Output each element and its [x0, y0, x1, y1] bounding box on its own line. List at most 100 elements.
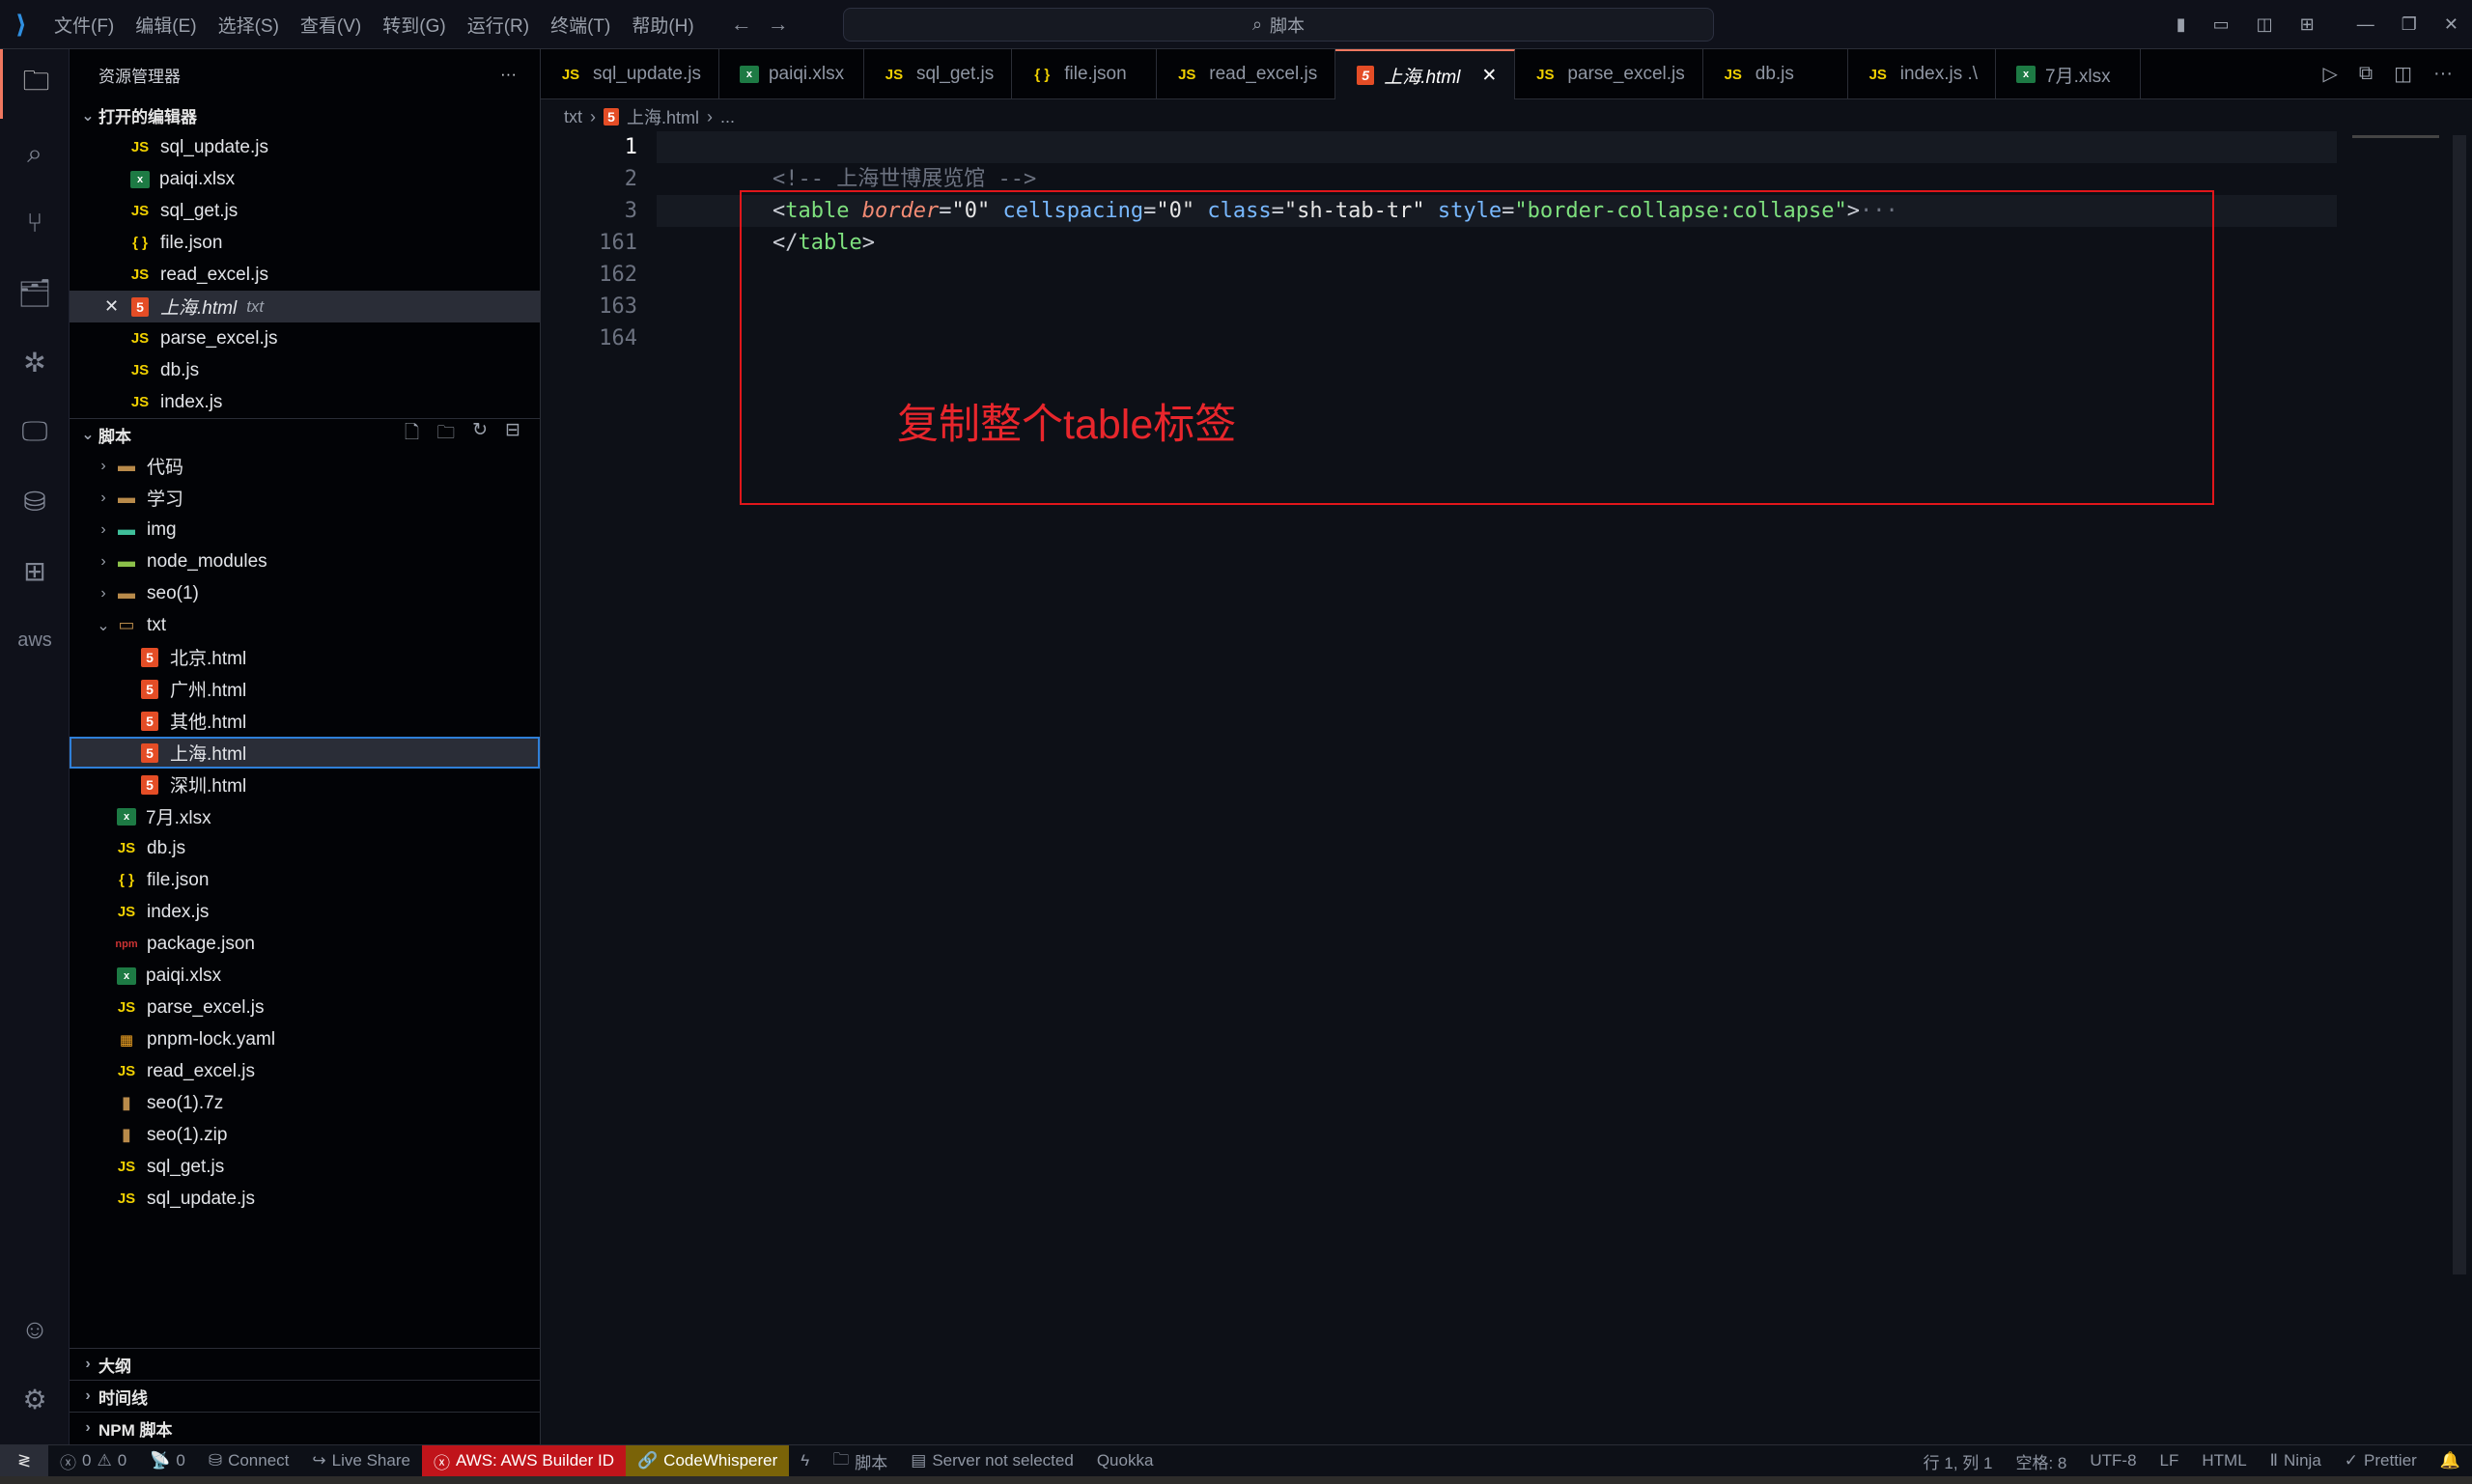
tree-folder[interactable]: › ▬ img: [70, 514, 540, 546]
vertical-scrollbar[interactable]: [2453, 135, 2466, 1274]
editor-tab[interactable]: JS index.js .\: [1848, 49, 1997, 99]
open-editor-item[interactable]: { } file.json: [70, 227, 540, 259]
end-of-line[interactable]: LF: [2149, 1445, 2191, 1477]
connect-button[interactable]: ⛁ Connect: [197, 1445, 301, 1477]
live-share-button[interactable]: ↪ Live Share: [300, 1445, 422, 1477]
remote-explorer-icon[interactable]: 🖵: [0, 397, 70, 466]
collapse-all-icon[interactable]: ⊟: [505, 419, 520, 450]
open-editor-item[interactable]: JS sql_get.js: [70, 195, 540, 227]
folders-icon[interactable]: 🗂: [0, 258, 70, 327]
tree-file[interactable]: x 7月.xlsx: [70, 800, 540, 832]
tree-file[interactable]: x paiqi.xlsx: [70, 960, 540, 992]
tree-file[interactable]: ▮ seo(1).7z: [70, 1087, 540, 1119]
language-mode[interactable]: HTML: [2190, 1445, 2258, 1477]
open-preview-icon[interactable]: ⧉: [2359, 63, 2373, 85]
open-editor-item[interactable]: JS read_excel.js: [70, 259, 540, 291]
tree-folder[interactable]: ⌄ ▭ txt: [70, 609, 540, 641]
quokka-button[interactable]: Quokka: [1085, 1445, 1166, 1477]
tree-file[interactable]: 5 北京.html: [70, 641, 540, 673]
close-icon[interactable]: ✕: [1481, 65, 1497, 87]
tree-file[interactable]: { } file.json: [70, 864, 540, 896]
tree-file[interactable]: JS index.js: [70, 896, 540, 928]
editor-tab[interactable]: JS parse_excel.js: [1515, 49, 1703, 99]
tree-file[interactable]: 5 广州.html: [70, 673, 540, 705]
tree-file[interactable]: JS read_excel.js: [70, 1055, 540, 1087]
menu-item[interactable]: 编辑(E): [135, 12, 196, 38]
tree-file[interactable]: npm package.json: [70, 928, 540, 960]
menu-item[interactable]: 文件(F): [54, 12, 114, 38]
tree-folder[interactable]: › ▬ 学习: [70, 482, 540, 514]
minimize-button[interactable]: —: [2357, 14, 2374, 35]
source-control-icon[interactable]: ⑂: [0, 188, 70, 258]
cursor-position[interactable]: 行 1, 列 1: [1912, 1445, 2005, 1477]
panel-header[interactable]: › 大纲: [70, 1348, 541, 1380]
tree-file[interactable]: 5 深圳.html: [70, 769, 540, 800]
ports-indicator[interactable]: 📡 0: [138, 1445, 197, 1477]
open-editor-item[interactable]: JS index.js: [70, 386, 540, 418]
folder-indicator[interactable]: 🗀 脚本: [821, 1445, 899, 1477]
open-editor-item[interactable]: JS sql_update.js: [70, 131, 540, 163]
open-editor-item[interactable]: JS parse_excel.js: [70, 322, 540, 354]
codewhisperer-button[interactable]: 🔗 CodeWhisperer: [626, 1444, 790, 1477]
refresh-icon[interactable]: ↻: [472, 419, 488, 450]
explorer-icon[interactable]: 🗀: [0, 49, 70, 119]
aws-icon[interactable]: aws: [0, 605, 70, 675]
remote-indicator[interactable]: ≷: [0, 1444, 48, 1477]
new-file-icon[interactable]: 🗋: [405, 419, 419, 450]
tree-file[interactable]: JS sql_get.js: [70, 1151, 540, 1183]
close-window-button[interactable]: ✕: [2444, 14, 2458, 35]
editor-tab[interactable]: x 7月.xlsx: [1996, 49, 2142, 99]
menu-item[interactable]: 转到(G): [382, 12, 445, 38]
forward-arrow-icon[interactable]: →: [768, 12, 789, 37]
settings-icon[interactable]: ⚙: [0, 1364, 70, 1434]
menu-item[interactable]: 查看(V): [300, 12, 361, 38]
panel-header[interactable]: › 时间线: [70, 1380, 541, 1412]
menu-item[interactable]: 终端(T): [550, 12, 610, 38]
tree-file[interactable]: JS db.js: [70, 832, 540, 864]
lightning-icon[interactable]: ϟ: [789, 1445, 821, 1477]
breadcrumb-more[interactable]: ...: [720, 107, 735, 127]
breadcrumb-folder[interactable]: txt: [564, 107, 582, 127]
ninja-button[interactable]: Ⅱ Ninja: [2259, 1445, 2333, 1477]
editor-tab[interactable]: JS db.js: [1703, 49, 1848, 99]
account-icon[interactable]: ☺: [0, 1295, 70, 1364]
tree-file[interactable]: 5 其他.html: [70, 705, 540, 737]
encoding[interactable]: UTF-8: [2078, 1445, 2148, 1477]
debug-icon[interactable]: ✲: [0, 327, 70, 397]
aws-connection-button[interactable]: ⓧ AWS: AWS Builder ID: [421, 1444, 626, 1477]
editor-tab[interactable]: JS sql_get.js: [864, 49, 1013, 99]
editor-tab[interactable]: 5 上海.html ✕: [1335, 49, 1516, 99]
command-center-search[interactable]: ⌕ 脚本: [843, 8, 1714, 42]
search-icon[interactable]: ⌕: [0, 119, 70, 188]
toggle-sidebar-icon[interactable]: ▮: [2177, 14, 2186, 35]
tree-folder[interactable]: › ▬ 代码: [70, 450, 540, 482]
tree-file[interactable]: JS sql_update.js: [70, 1183, 540, 1215]
split-editor-icon[interactable]: ◫: [2394, 62, 2412, 86]
open-editors-header[interactable]: ⌄ 打开的编辑器: [70, 99, 540, 131]
extensions-icon[interactable]: ⊞: [0, 536, 70, 605]
code-line-1[interactable]: [657, 131, 2337, 163]
tree-folder[interactable]: › ▬ node_modules: [70, 546, 540, 577]
tree-file[interactable]: JS parse_excel.js: [70, 992, 540, 1023]
breadcrumb-file[interactable]: 上海.html: [627, 104, 699, 129]
toggle-panel-icon[interactable]: ▭: [2213, 14, 2230, 35]
editor-tab[interactable]: JS read_excel.js: [1157, 49, 1336, 99]
more-actions-icon[interactable]: ···: [2433, 63, 2453, 85]
more-actions-icon[interactable]: ···: [500, 65, 517, 84]
prettier-button[interactable]: ✓ Prettier: [2333, 1445, 2429, 1477]
database-icon[interactable]: ⛁: [0, 466, 70, 536]
menu-item[interactable]: 帮助(H): [632, 12, 693, 38]
open-editor-item[interactable]: x paiqi.xlsx: [70, 163, 540, 195]
problems-indicator[interactable]: ⓧ 0 ⚠ 0: [48, 1445, 138, 1477]
close-icon[interactable]: ✕: [104, 296, 127, 317]
editor-tab[interactable]: { } file.json: [1012, 49, 1158, 99]
new-folder-icon[interactable]: 🗀: [436, 419, 455, 450]
menu-item[interactable]: 运行(R): [467, 12, 529, 38]
tree-file[interactable]: 5 上海.html: [70, 737, 540, 769]
back-arrow-icon[interactable]: ←: [731, 12, 752, 37]
editor-tab[interactable]: JS sql_update.js: [541, 49, 719, 99]
editor-tab[interactable]: x paiqi.xlsx: [719, 49, 864, 99]
toggle-secondary-sidebar-icon[interactable]: ◫: [2257, 14, 2273, 35]
customize-layout-icon[interactable]: ⊞: [2300, 14, 2315, 35]
tree-file[interactable]: ▮ seo(1).zip: [70, 1119, 540, 1151]
